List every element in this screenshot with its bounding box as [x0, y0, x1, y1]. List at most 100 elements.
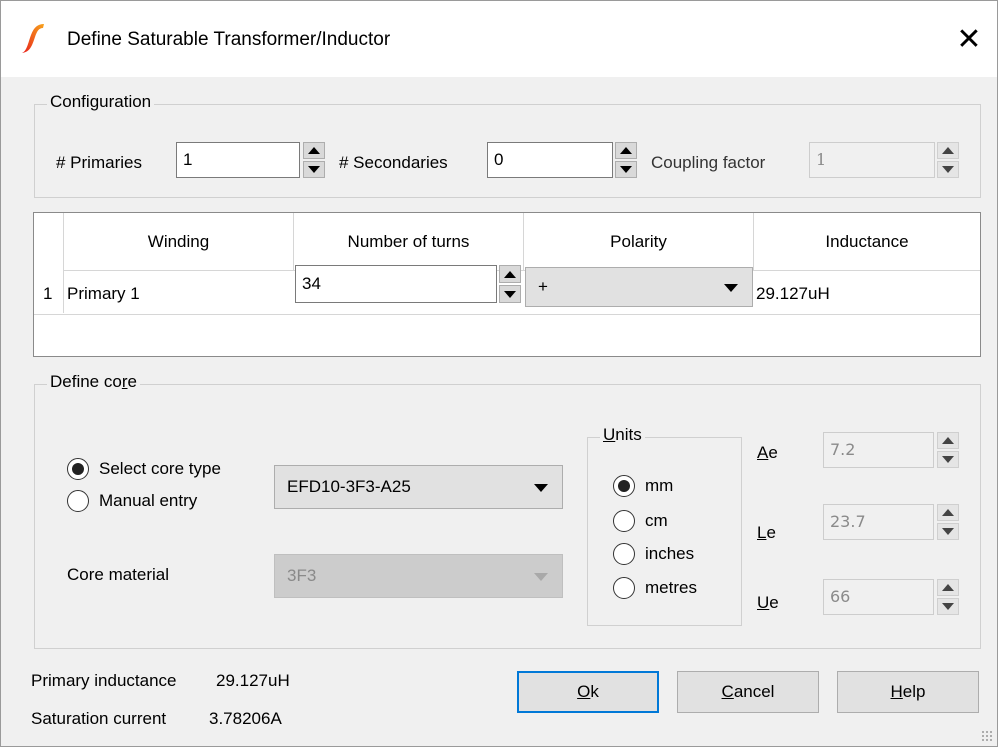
column-header-inductance[interactable]: Inductance — [754, 213, 980, 271]
radio-circle — [67, 458, 89, 480]
ae-down-button — [937, 451, 959, 468]
units-inches-radio[interactable]: inches — [613, 543, 694, 565]
radio-circle — [67, 490, 89, 512]
row-divider — [34, 314, 980, 315]
dropdown-arrow-icon — [724, 284, 738, 292]
turns-input[interactable]: 34 — [295, 265, 497, 303]
arrow-up-icon — [942, 584, 954, 591]
coupling-up-button — [937, 142, 959, 159]
le-input: 23.7 — [823, 504, 934, 540]
coupling-factor-spinner — [937, 142, 959, 178]
arrow-up-icon — [308, 147, 320, 154]
windings-table[interactable]: Winding Number of turns Polarity Inducta… — [33, 212, 981, 357]
core-material-dropdown: 3F3 — [274, 554, 563, 598]
resize-grip-icon[interactable] — [981, 730, 993, 742]
ue-label: Ue — [757, 593, 779, 612]
primaries-up-button[interactable] — [303, 142, 325, 159]
units-inches-label: inches — [645, 544, 695, 563]
inductance-cell[interactable]: 29.127uH — [756, 272, 830, 316]
turns-down-button[interactable] — [499, 285, 521, 303]
primaries-spinner[interactable] — [303, 142, 325, 178]
cancel-button[interactable]: Cancel — [677, 671, 819, 713]
primary-inductance-label: Primary inductance — [31, 671, 177, 690]
coupling-factor-input: 1 — [809, 142, 935, 178]
primaries-input[interactable]: 1 — [176, 142, 300, 178]
dialog-window: Define Saturable Transformer/Inductor ✕ … — [0, 0, 998, 747]
simetrix-logo-icon — [22, 24, 44, 53]
arrow-down-icon — [308, 166, 320, 173]
primaries-label: # Primaries — [56, 153, 142, 172]
core-material-value: 3F3 — [287, 566, 317, 585]
ae-spinner — [937, 432, 959, 468]
polarity-value: + — [538, 277, 548, 296]
saturation-current-label: Saturation current — [31, 709, 167, 728]
le-label: Le — [757, 523, 776, 542]
select-core-type-radio[interactable]: Select core type — [67, 458, 221, 480]
close-button[interactable]: ✕ — [941, 13, 997, 65]
arrow-up-icon — [942, 509, 954, 516]
ae-label: Ae — [757, 443, 778, 462]
turns-up-button[interactable] — [499, 265, 521, 283]
ae-up-button — [937, 432, 959, 449]
primaries-down-button[interactable] — [303, 161, 325, 178]
units-metres-radio[interactable]: metres — [613, 577, 697, 599]
arrow-up-icon — [620, 147, 632, 154]
ok-button[interactable]: Ok — [517, 671, 659, 713]
radio-circle — [613, 475, 635, 497]
radio-dot — [618, 480, 630, 492]
select-core-type-label: Select core type — [99, 459, 221, 478]
coupling-down-button — [937, 161, 959, 178]
units-mm-label: mm — [645, 476, 674, 495]
ae-input: 7.2 — [823, 432, 934, 468]
arrow-down-icon — [942, 166, 954, 173]
arrow-up-icon — [942, 147, 954, 154]
units-cm-radio[interactable]: cm — [613, 510, 668, 532]
row-index: 1 — [43, 284, 53, 303]
ue-down-button — [937, 598, 959, 615]
column-header-turns[interactable]: Number of turns — [294, 213, 524, 271]
coupling-factor-label: Coupling factor — [651, 153, 766, 172]
arrow-down-icon — [942, 456, 954, 463]
help-button[interactable]: Help — [837, 671, 979, 713]
core-material-label: Core material — [67, 565, 170, 584]
arrow-down-icon — [942, 603, 954, 610]
le-down-button — [937, 523, 959, 540]
le-up-button — [937, 504, 959, 521]
saturation-current-value: 3.78206A — [209, 709, 282, 728]
window-title: Define Saturable Transformer/Inductor — [67, 29, 391, 50]
radio-dot — [72, 463, 84, 475]
secondaries-down-button[interactable] — [615, 161, 637, 178]
ue-up-button — [937, 579, 959, 596]
ue-input: 66 — [823, 579, 934, 615]
secondaries-up-button[interactable] — [615, 142, 637, 159]
manual-entry-label: Manual entry — [99, 491, 198, 510]
units-mm-radio[interactable]: mm — [613, 475, 673, 497]
column-header-polarity[interactable]: Polarity — [524, 213, 754, 271]
le-spinner — [937, 504, 959, 540]
manual-entry-radio[interactable]: Manual entry — [67, 490, 197, 512]
close-icon: ✕ — [956, 22, 982, 56]
units-group-label: Units — [600, 425, 645, 445]
polarity-dropdown[interactable]: + — [525, 267, 753, 307]
primary-inductance-value: 29.127uH — [216, 671, 290, 690]
units-cm-label: cm — [645, 511, 668, 530]
ue-spinner — [937, 579, 959, 615]
column-header-winding[interactable]: Winding — [64, 213, 294, 271]
winding-name-cell[interactable]: Primary 1 — [67, 272, 140, 316]
arrow-down-icon — [504, 290, 516, 298]
secondaries-spinner[interactable] — [615, 142, 637, 178]
radio-circle — [613, 577, 635, 599]
define-core-group-label: Define core — [47, 372, 140, 392]
turns-spinner[interactable] — [499, 265, 521, 303]
dropdown-arrow-icon — [534, 484, 548, 492]
secondaries-label: # Secondaries — [339, 153, 448, 172]
secondaries-input[interactable]: 0 — [487, 142, 613, 178]
arrow-down-icon — [620, 166, 632, 173]
radio-circle — [613, 543, 635, 565]
title-bar: Define Saturable Transformer/Inductor ✕ — [1, 1, 997, 77]
arrow-up-icon — [942, 437, 954, 444]
core-type-dropdown[interactable]: EFD10-3F3-A25 — [274, 465, 563, 509]
arrow-up-icon — [504, 270, 516, 278]
radio-circle — [613, 510, 635, 532]
dropdown-arrow-icon — [534, 573, 548, 581]
